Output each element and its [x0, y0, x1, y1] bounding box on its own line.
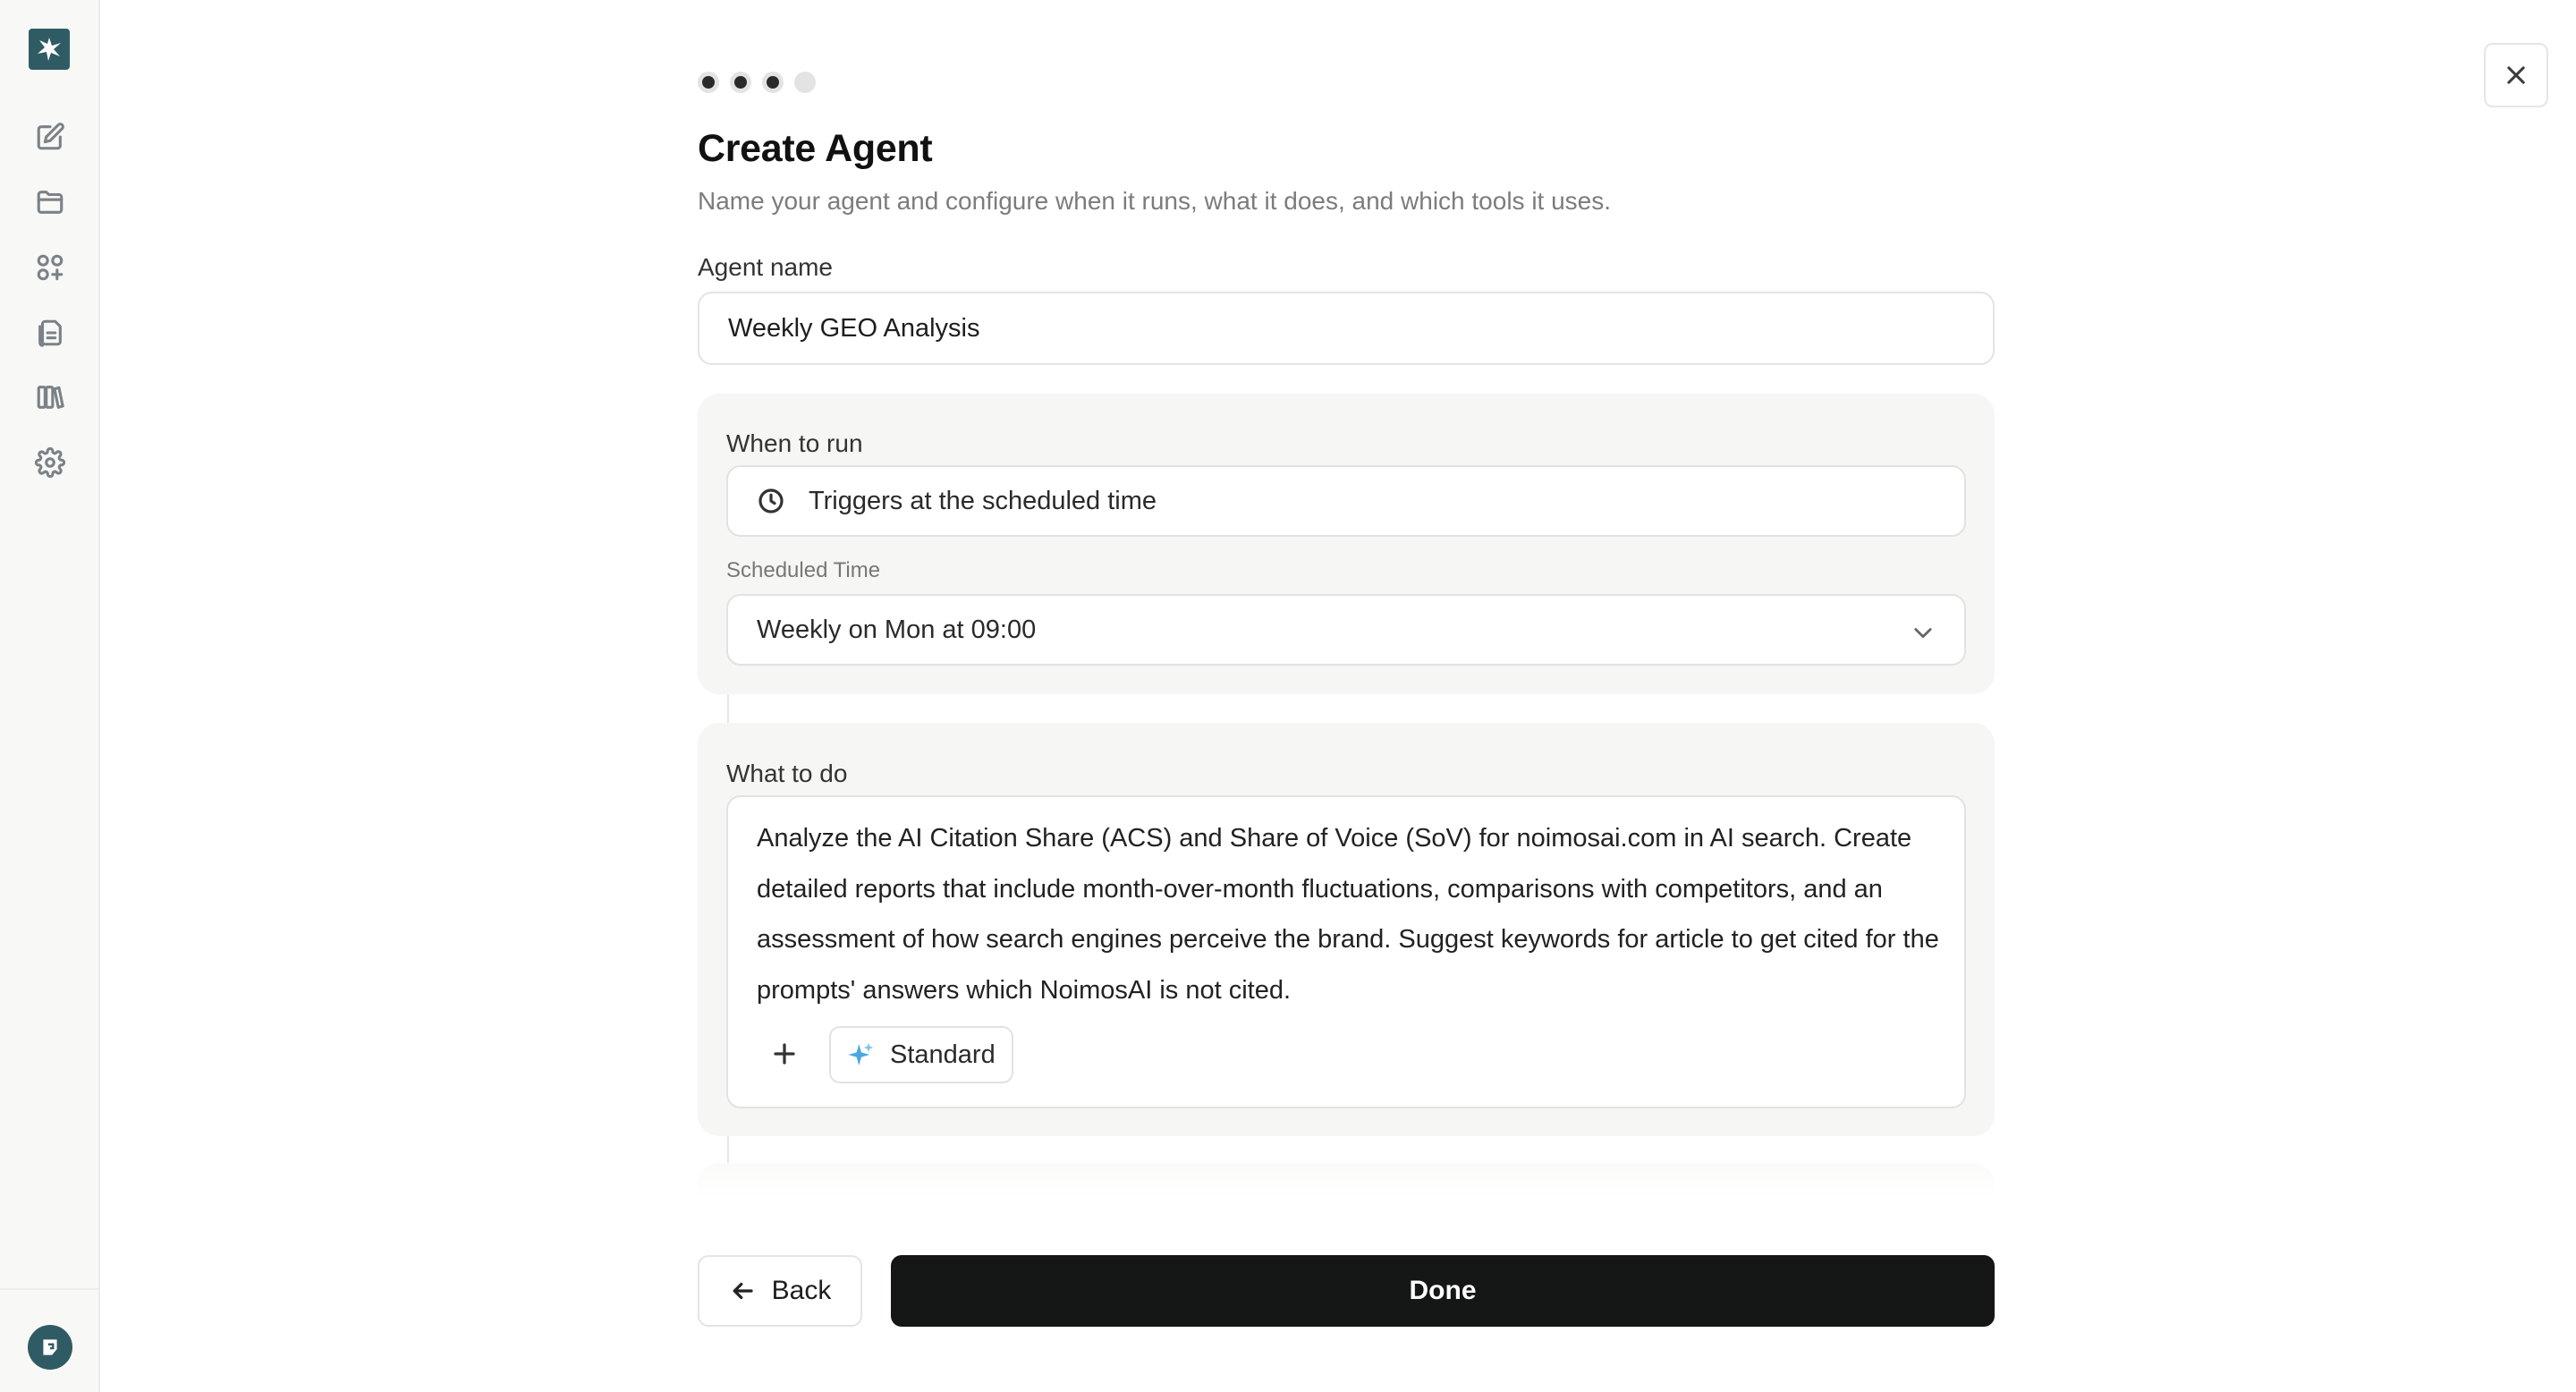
page-subtitle: Name your agent and configure when it ru…: [698, 187, 1612, 215]
close-icon: [2507, 66, 2525, 84]
step-dot-3: [762, 72, 784, 93]
what-to-do-panel: What to do Analyze the AI Citation Share…: [698, 723, 1995, 1136]
user-avatar-icon[interactable]: [28, 1325, 72, 1370]
agent-name-value: Weekly GEO Analysis: [728, 313, 980, 343]
page-title: Create Agent: [698, 127, 933, 170]
scheduled-time-select[interactable]: Weekly on Mon at 09:00: [726, 594, 1966, 666]
agent-name-label: Agent name: [698, 253, 833, 281]
sparkle-icon: [848, 1042, 874, 1065]
plus-icon: [774, 1043, 795, 1065]
back-button[interactable]: Back: [698, 1255, 862, 1327]
panel-connector: [727, 694, 729, 723]
arrow-left-icon: [733, 1282, 753, 1300]
folder-icon[interactable]: [32, 184, 68, 220]
apps-add-icon[interactable]: [32, 250, 68, 285]
starburst-logo-icon[interactable]: [29, 29, 70, 70]
step-dot-4: [794, 72, 816, 93]
model-mode-button[interactable]: Standard: [829, 1026, 1013, 1083]
trigger-selector[interactable]: Triggers at the scheduled time: [726, 465, 1966, 537]
back-label: Back: [771, 1276, 832, 1305]
gear-icon[interactable]: [32, 445, 68, 480]
done-label: Done: [1409, 1276, 1477, 1305]
tools-panel-fade: [698, 1163, 1995, 1199]
edit-icon[interactable]: [32, 119, 68, 155]
agent-name-input[interactable]: Weekly GEO Analysis: [698, 292, 1995, 365]
prompt-textarea[interactable]: Analyze the AI Citation Share (ACS) and …: [726, 795, 1966, 1108]
library-icon[interactable]: [32, 379, 68, 415]
sidebar-divider: [0, 1288, 100, 1290]
done-button[interactable]: Done: [891, 1255, 1995, 1327]
scheduled-time-value: Weekly on Mon at 09:00: [757, 615, 1037, 644]
step-indicator: [698, 72, 816, 93]
add-tool-button[interactable]: [757, 1026, 812, 1082]
scheduled-time-label: Scheduled Time: [726, 558, 881, 582]
chevron-down-icon: [1911, 620, 1936, 645]
sidebar: [0, 0, 100, 1392]
step-dot-1: [698, 72, 719, 93]
documents-icon[interactable]: [32, 315, 68, 351]
when-to-run-panel: When to run Triggers at the scheduled ti…: [698, 394, 1995, 694]
clock-icon: [758, 488, 784, 514]
when-to-run-label: When to run: [726, 429, 863, 457]
trigger-value: Triggers at the scheduled time: [809, 486, 1157, 515]
prompt-text: Analyze the AI Citation Share (ACS) and …: [757, 824, 1939, 1005]
panel-connector-2: [727, 1136, 729, 1165]
close-button[interactable]: [2484, 43, 2548, 107]
what-to-do-label: What to do: [726, 760, 848, 787]
model-mode-label: Standard: [890, 1040, 996, 1069]
step-dot-2: [730, 72, 751, 93]
